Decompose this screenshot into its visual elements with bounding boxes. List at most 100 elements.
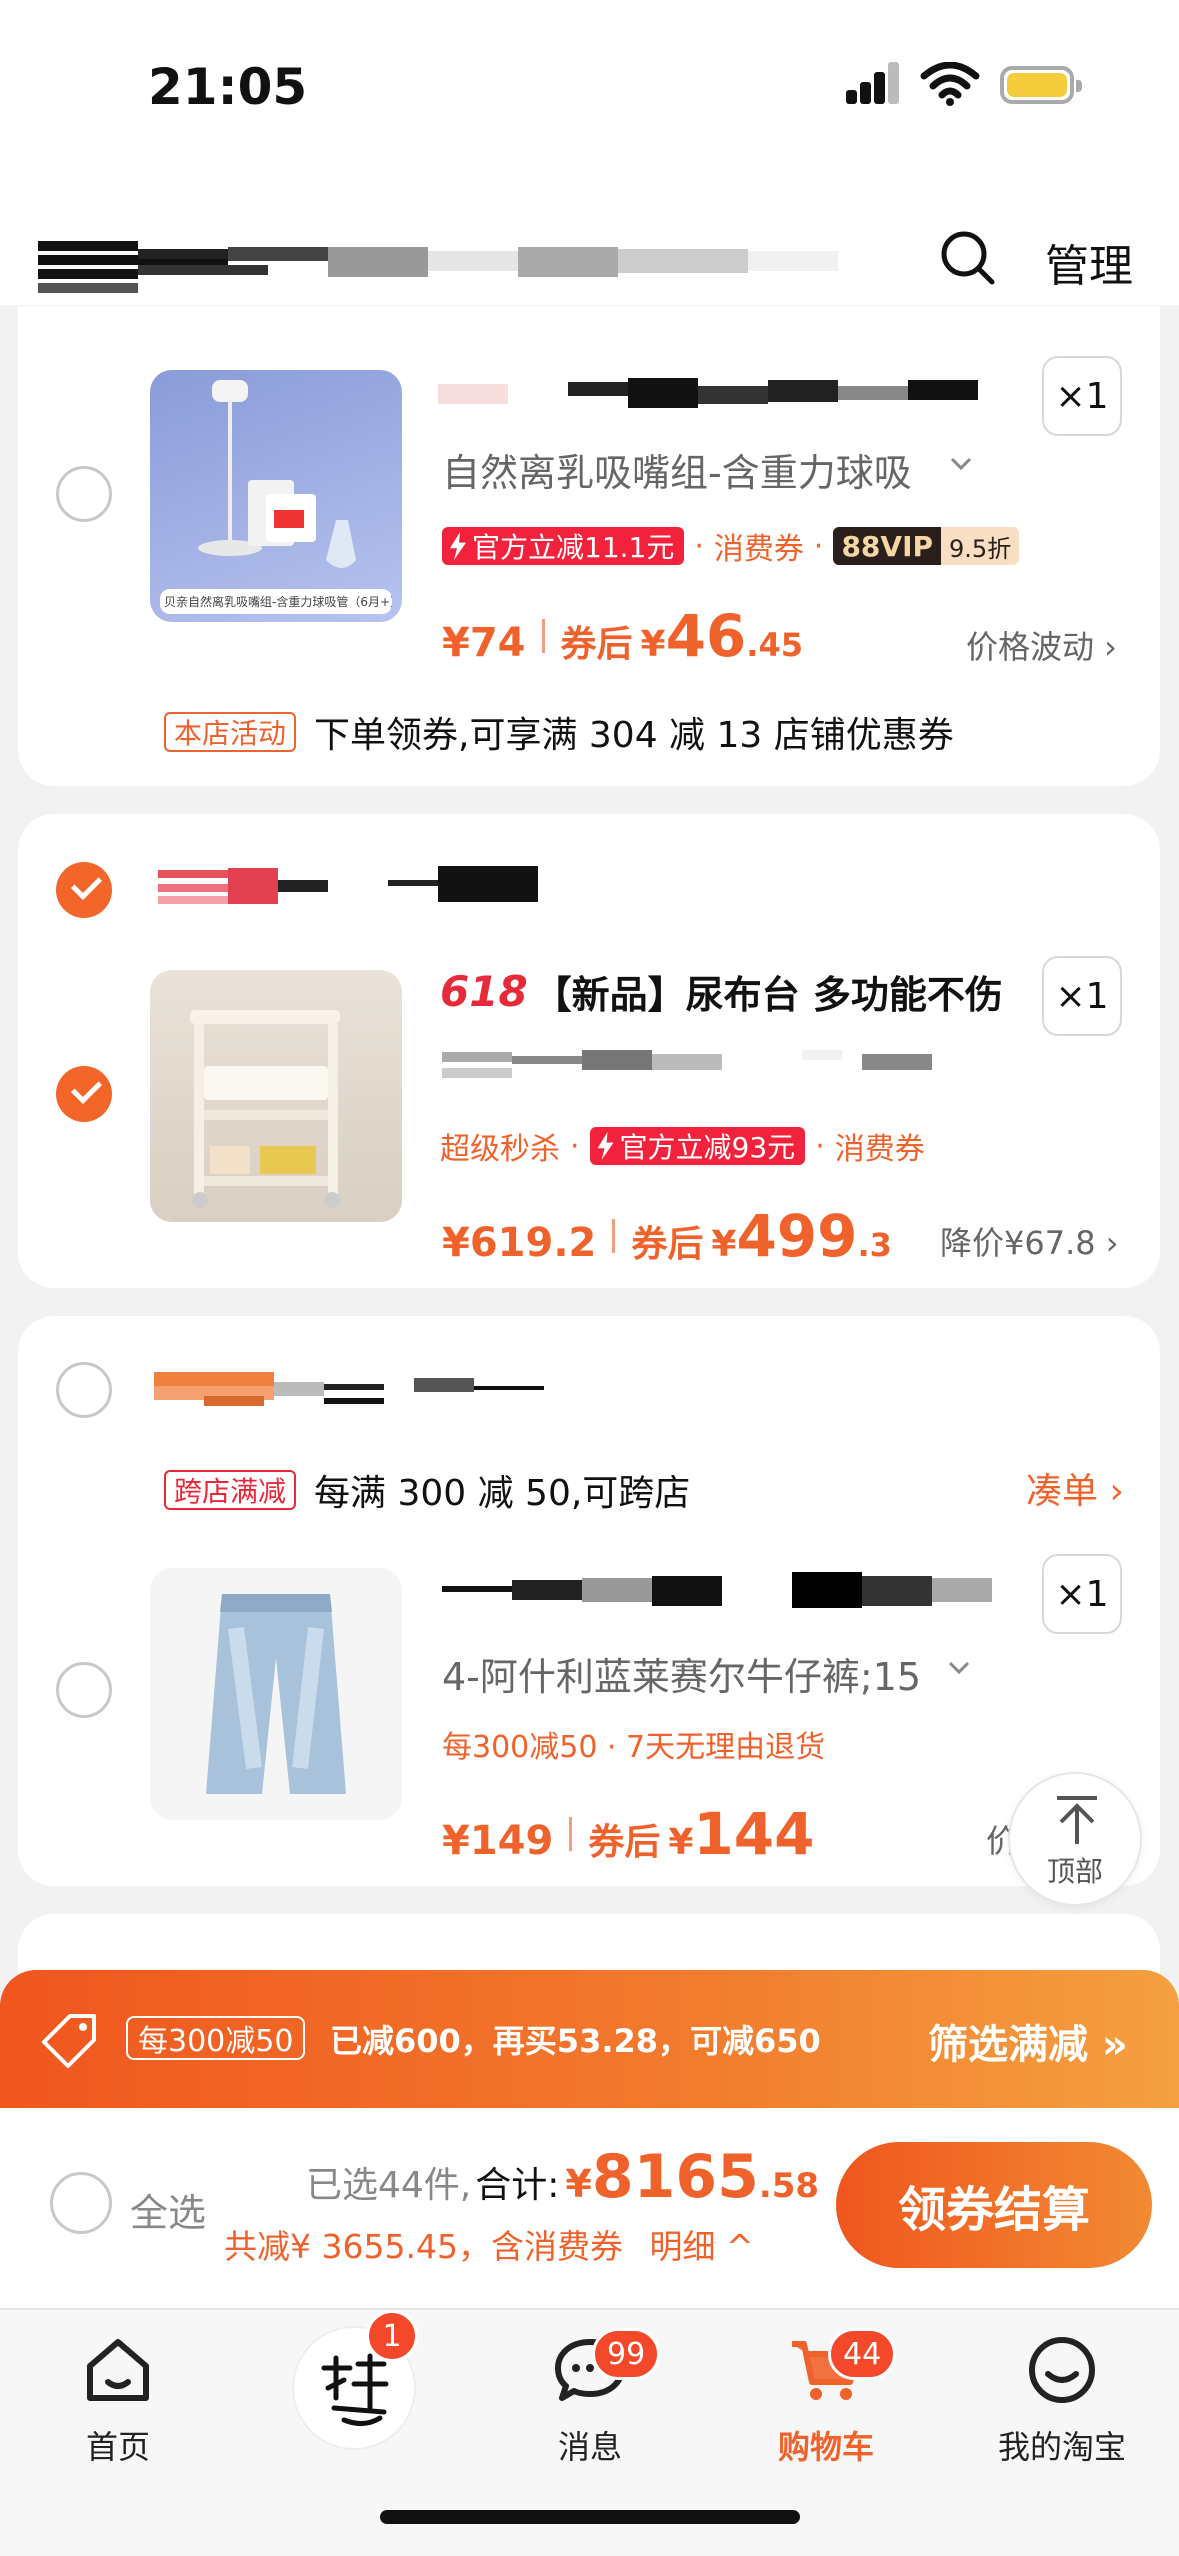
chevron-down-icon[interactable]	[946, 1658, 972, 1678]
total-amount: 8165	[591, 2142, 759, 2212]
promo-threshold-tag: 每300减50	[126, 2016, 306, 2060]
shop-activity-tag: 本店活动	[164, 712, 297, 752]
official-discount-badge: 官方立减93元	[589, 1127, 806, 1165]
item-checkbox[interactable]	[56, 1066, 112, 1122]
total-row: 已选44件, 合计: ¥ 8165 .58	[306, 2142, 820, 2212]
price-trend-link[interactable]: 价格波动 ›	[966, 622, 1117, 668]
price-row: ¥149 券后 ¥ 144	[442, 1800, 815, 1868]
product-image[interactable]: 贝亲自然离乳吸嘴组-含重力球吸管（6月+）	[150, 370, 402, 622]
diaper-table-image	[190, 1010, 340, 1208]
tab-badge: 44	[828, 2328, 897, 2380]
checkout-button[interactable]: 领券结算	[836, 2142, 1152, 2268]
item-tags: 超级秒杀 · 官方立减93元 · 消费券	[440, 1124, 925, 1168]
item-checkbox[interactable]	[56, 466, 112, 522]
total-label: 合计:	[475, 2165, 560, 2206]
search-icon[interactable]	[938, 228, 998, 288]
promo-bar[interactable]: 每300减50 已减600，再买53.28，可减650 筛选满减 »	[0, 1970, 1179, 2108]
redacted-product-title	[438, 374, 998, 414]
shop-promo: 本店活动 下单领券,可享满 304 减 13 店铺优惠券	[164, 706, 954, 758]
item-checkbox[interactable]	[56, 1662, 112, 1718]
after-coupon-label: 券后	[588, 1822, 661, 1863]
selected-count: 已选44件,	[306, 2165, 472, 2206]
official-discount-badge: 官方立减11.1元	[442, 527, 685, 565]
signal-icon	[846, 62, 899, 104]
tab-my-taobao[interactable]: 我的淘宝	[944, 2310, 1179, 2470]
cross-shop-tag: 跨店满减	[164, 1470, 297, 1510]
filter-discount-button[interactable]: 筛选满减 »	[928, 2012, 1128, 2070]
tab-home[interactable]: 首页	[0, 2310, 236, 2470]
manage-button[interactable]: 管理	[1045, 230, 1133, 294]
price: ¥149	[442, 1818, 554, 1864]
add-more-link[interactable]: 凑单 ›	[1026, 1462, 1124, 1514]
bolt-icon	[597, 1132, 614, 1160]
redacted-shop-name	[158, 866, 548, 906]
tab-messages-label: 消息	[557, 2428, 622, 2466]
scroll-top-label: 顶部	[1046, 1855, 1103, 1888]
618-logo: 618	[440, 967, 528, 1016]
quantity-stepper[interactable]: ×1	[1042, 356, 1122, 436]
arrow-up-icon	[1057, 1796, 1097, 1844]
product-image[interactable]	[150, 970, 402, 1222]
checkout-bar: 全选 已选44件, 合计: ¥ 8165 .58 共减¥ 3655.45，含消费…	[0, 2108, 1179, 2308]
sku-selector[interactable]: 自然离乳吸嘴组-含重力球吸	[442, 442, 912, 497]
tab-mini-program[interactable]: 1	[236, 2310, 472, 2470]
redacted-product-spec	[442, 1046, 932, 1086]
quantity-stepper[interactable]: ×1	[1042, 956, 1122, 1036]
detail-link[interactable]: 明细 ^	[649, 2227, 753, 2266]
price-drop-link[interactable]: 降价¥67.8 ›	[940, 1218, 1119, 1264]
status-time: 21:05	[148, 58, 308, 116]
select-all-label[interactable]: 全选	[130, 2182, 206, 2237]
coupon-tag-icon	[42, 2014, 96, 2068]
chevron-down-icon[interactable]	[948, 454, 974, 474]
cart-header: 管理	[0, 170, 1179, 305]
price-row: ¥74 券后 ¥ 46 .45	[442, 602, 803, 670]
product-image[interactable]	[150, 1568, 402, 1820]
tab-my-taobao-label: 我的淘宝	[997, 2428, 1126, 2466]
tab-badge: 99	[592, 2328, 661, 2380]
after-coupon-label: 券后	[560, 624, 633, 665]
tab-cart-label: 购物车	[777, 2428, 874, 2466]
promo-message: 已减600，再买53.28，可减650	[330, 2022, 821, 2060]
redacted-product-title	[442, 1572, 1002, 1612]
after-coupon-price: 46	[665, 602, 747, 670]
home-icon	[87, 2339, 149, 2401]
tab-messages[interactable]: 消息 99	[472, 2310, 708, 2470]
tab-badge: 1	[366, 2310, 418, 2362]
after-coupon-label: 券后	[631, 1224, 704, 1265]
scroll-top-button[interactable]: 顶部	[1008, 1772, 1142, 1906]
tab-home-label: 首页	[85, 2428, 150, 2466]
price: ¥619.2	[442, 1220, 597, 1266]
thumb-caption: 贝亲自然离乳吸嘴组-含重力球吸管（6月+）	[160, 589, 392, 614]
jeans-image	[206, 1594, 346, 1794]
wifi-icon	[920, 62, 980, 106]
price: ¥74	[442, 620, 526, 666]
item-tags: 每300减50 · 7天无理由退货	[442, 1730, 826, 1765]
redacted-title	[38, 235, 838, 295]
bolt-icon	[450, 532, 466, 560]
cross-shop-promo: 跨店满减 每满 300 减 50,可跨店	[164, 1464, 690, 1516]
profile-smile-icon	[1029, 2337, 1095, 2403]
sku-selector[interactable]: 4-阿什利蓝莱赛尔牛仔裤;15	[442, 1646, 921, 1701]
cart-item-card: 贝亲自然离乳吸嘴组-含重力球吸管（6月+） ×1 自然离乳吸嘴组-含重力球吸 官…	[18, 306, 1160, 786]
flash-sale-tag: 超级秒杀	[440, 1132, 560, 1167]
product-title[interactable]: 618 【新品】尿布台 多功能不伤	[440, 964, 1003, 1019]
bottle-image	[198, 380, 356, 568]
after-coupon-price: 499	[736, 1202, 858, 1270]
vip-badge: 88VIP 9.5折	[833, 527, 1020, 565]
item-tags: 官方立减11.1元 · 消费券 · 88VIP 9.5折	[442, 524, 1020, 568]
coupon-tag: 消费券	[834, 1132, 925, 1167]
shop-checkbox[interactable]	[56, 1362, 112, 1418]
redacted-shop-name	[154, 1372, 554, 1412]
discount-summary: 共减¥ 3655.45，含消费券 明细 ^	[224, 2227, 754, 2266]
tab-cart[interactable]: 购物车 44	[708, 2310, 944, 2470]
cart-shop-card: 618 【新品】尿布台 多功能不伤 ×1 超级秒杀 · 官方立减93元 · 消费…	[18, 814, 1160, 1288]
select-all-checkbox[interactable]	[50, 2172, 112, 2234]
battery-icon	[1000, 66, 1082, 104]
after-coupon-price: 144	[693, 1800, 815, 1868]
coupon-tag: 消费券	[713, 532, 804, 567]
home-indicator	[380, 2510, 800, 2524]
quantity-stepper[interactable]: ×1	[1042, 1554, 1122, 1634]
shop-checkbox[interactable]	[56, 862, 112, 918]
price-row: ¥619.2 券后 ¥ 499 .3	[442, 1202, 892, 1270]
cart-shop-card: 跨店满减 每满 300 减 50,可跨店 凑单 › ×1 4-阿什利蓝莱赛尔牛仔…	[18, 1316, 1160, 1886]
